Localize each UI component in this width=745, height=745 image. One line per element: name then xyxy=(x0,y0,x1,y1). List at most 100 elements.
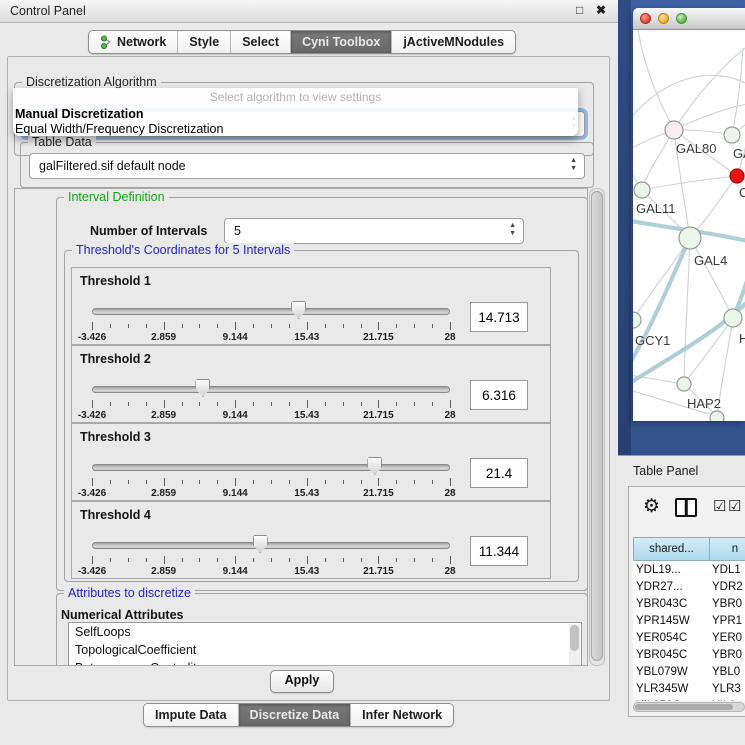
slider-tick-labels: -3.4262.8599.14415.4321.71528 xyxy=(92,410,450,421)
table-row[interactable]: YLR345WYLR3 xyxy=(633,680,745,697)
threshold-slider-2[interactable]: -3.4262.8599.14415.4321.71528 xyxy=(92,376,450,420)
panel-title: Control Panel xyxy=(10,4,86,18)
list-item[interactable]: BetweennessCentrality xyxy=(69,659,581,666)
slider-thumb[interactable] xyxy=(253,535,268,553)
threshold-panel-4: Threshold 4 -3.4262.8599.14415.4321.7152… xyxy=(71,501,551,579)
network-canvas[interactable]: GAL80 GA C GAL11 GAL4 GCY1 H HAP2 xyxy=(633,30,745,421)
network-node-gal80[interactable] xyxy=(665,121,683,139)
table-data-combobox[interactable]: galFiltered.sif default node ▲▼ xyxy=(29,153,585,179)
scrollbar-thumb[interactable] xyxy=(591,191,603,661)
zoom-traffic-light[interactable] xyxy=(676,13,687,24)
threshold-value-field[interactable] xyxy=(470,536,528,566)
network-node-ga[interactable] xyxy=(724,127,740,143)
network-node-partial[interactable] xyxy=(710,411,724,421)
minimize-traffic-light[interactable] xyxy=(658,13,669,24)
num-intervals-combobox[interactable]: 5 ▲▼ xyxy=(224,218,524,244)
close-icon[interactable]: ✖ xyxy=(596,3,606,17)
threshold-slider-3[interactable]: -3.4262.8599.14415.4321.71528 xyxy=(92,454,450,498)
thresholds-group-title: Threshold's Coordinates for 5 Intervals xyxy=(72,243,294,258)
table-data-value: galFiltered.sif default node xyxy=(39,159,186,173)
slider-thumb[interactable] xyxy=(367,457,382,475)
gear-icon[interactable]: ⚙ xyxy=(643,496,660,518)
split-pane-icon[interactable] xyxy=(675,498,697,517)
slider-thumb[interactable] xyxy=(291,301,306,319)
stepper-icon: ▲▼ xyxy=(509,222,516,238)
top-tab-bar: Network Style Select Cyni Toolbox jActiv… xyxy=(88,30,516,54)
settings-scrollbar[interactable] xyxy=(589,188,605,666)
network-node-label: GAL4 xyxy=(694,253,727,268)
table-data-groupbox: Table Data galFiltered.sif default node … xyxy=(20,142,594,188)
table-panel-titlebar: Table Panel xyxy=(618,455,745,486)
table-header-row: shared... n xyxy=(633,537,745,561)
network-window-titlebar[interactable] xyxy=(633,8,745,30)
network-node-gcy1[interactable] xyxy=(633,312,641,328)
threshold-label: Threshold 2 xyxy=(80,352,151,366)
slider-track[interactable] xyxy=(92,464,450,471)
tab-select[interactable]: Select xyxy=(231,31,291,53)
table-horizontal-scrollbar[interactable] xyxy=(633,702,745,712)
close-traffic-light[interactable] xyxy=(640,13,651,24)
threshold-slider-1[interactable]: -3.4262.8599.14415.4321.71528 xyxy=(92,298,450,342)
threshold-slider-4[interactable]: -3.4262.8599.14415.4321.71528 xyxy=(92,532,450,576)
slider-tick-labels: -3.4262.8599.14415.4321.71528 xyxy=(92,488,450,499)
bottom-tab-bar: Impute Data Discretize Data Infer Networ… xyxy=(143,703,454,727)
algorithm-dropdown-popup: Select algorithm to view settings Manual… xyxy=(13,88,578,136)
table-row[interactable]: YBR045CYBR0 xyxy=(633,646,745,663)
dropdown-hint: Select algorithm to view settings xyxy=(13,88,578,107)
slider-track[interactable] xyxy=(92,308,450,315)
dropdown-option-equal-width[interactable]: Equal Width/Frequency Discretization xyxy=(13,122,578,137)
tab-impute-data[interactable]: Impute Data xyxy=(144,704,239,726)
tab-network[interactable]: Network xyxy=(89,31,178,53)
tab-jactivemnodules[interactable]: jActiveMNodules xyxy=(392,31,515,53)
apply-button[interactable]: Apply xyxy=(270,670,334,693)
tab-cyni-toolbox[interactable]: Cyni Toolbox xyxy=(291,31,392,53)
checkbox-icon[interactable]: ☑ xyxy=(713,499,726,514)
column-header-shared-name[interactable]: shared... xyxy=(633,537,709,561)
checkbox-icon[interactable]: ☑ xyxy=(728,499,741,514)
attributes-list[interactable]: SelfLoops TopologicalCoefficient Between… xyxy=(68,622,582,666)
network-node-hap2[interactable] xyxy=(677,377,691,391)
network-node-gal4[interactable] xyxy=(679,227,701,249)
slider-track[interactable] xyxy=(92,386,450,393)
threshold-panel-3: Threshold 3 -3.4262.8599.14415.4321.7152… xyxy=(71,423,551,501)
network-node-label: GA xyxy=(733,146,745,161)
slider-thumb[interactable] xyxy=(195,379,210,397)
table-row[interactable]: YBL079WYBL0 xyxy=(633,663,745,680)
table-row[interactable]: YER054CYER0 xyxy=(633,629,745,646)
threshold-value-field[interactable] xyxy=(470,458,528,488)
float-window-icon[interactable]: □ xyxy=(576,3,583,17)
tab-discretize-data[interactable]: Discretize Data xyxy=(239,704,352,726)
network-icon xyxy=(100,35,113,49)
slider-track[interactable] xyxy=(92,542,450,549)
table-row[interactable]: YDL19...YDL1 xyxy=(633,561,745,578)
list-item[interactable]: SelfLoops xyxy=(69,623,581,641)
thresholds-groupbox: Threshold's Coordinates for 5 Intervals … xyxy=(64,250,579,582)
scrollbar-thumb[interactable] xyxy=(635,704,733,710)
table-row[interactable]: YDR27...YDR2 xyxy=(633,578,745,595)
table-row[interactable]: YPR145WYPR1 xyxy=(633,612,745,629)
list-item[interactable]: TopologicalCoefficient xyxy=(69,641,581,659)
network-node-selected-red[interactable] xyxy=(730,169,744,183)
table-row[interactable]: YBR043CYBR0 xyxy=(633,595,745,612)
attributes-groupbox: Attributes to discretize Numerical Attri… xyxy=(56,593,588,666)
tab-infer-network[interactable]: Infer Network xyxy=(351,704,453,726)
threshold-value-field[interactable] xyxy=(470,302,528,332)
table-row[interactable]: YIL052CYIL0 xyxy=(633,697,745,701)
interval-group-title: Interval Definition xyxy=(64,190,169,205)
threshold-label: Threshold 3 xyxy=(80,430,151,444)
threshold-label: Threshold 4 xyxy=(80,508,151,522)
list-scrollbar[interactable] xyxy=(569,624,580,666)
column-header-name[interactable]: n xyxy=(709,537,745,561)
threshold-value-field[interactable] xyxy=(470,380,528,410)
network-node-label: GAL80 xyxy=(676,141,716,156)
numerical-attributes-label: Numerical Attributes xyxy=(61,608,183,622)
slider-ticks xyxy=(92,400,450,409)
threshold-label: Threshold 1 xyxy=(80,274,151,288)
network-view-window: GAL80 GA C GAL11 GAL4 GCY1 H HAP2 xyxy=(633,8,745,421)
network-node-h[interactable] xyxy=(724,309,742,327)
desktop-shadow xyxy=(618,0,631,456)
slider-ticks xyxy=(92,322,450,331)
dropdown-option-manual[interactable]: Manual Discretization xyxy=(13,107,578,122)
tab-style[interactable]: Style xyxy=(178,31,231,53)
network-node-gal11[interactable] xyxy=(634,182,650,198)
